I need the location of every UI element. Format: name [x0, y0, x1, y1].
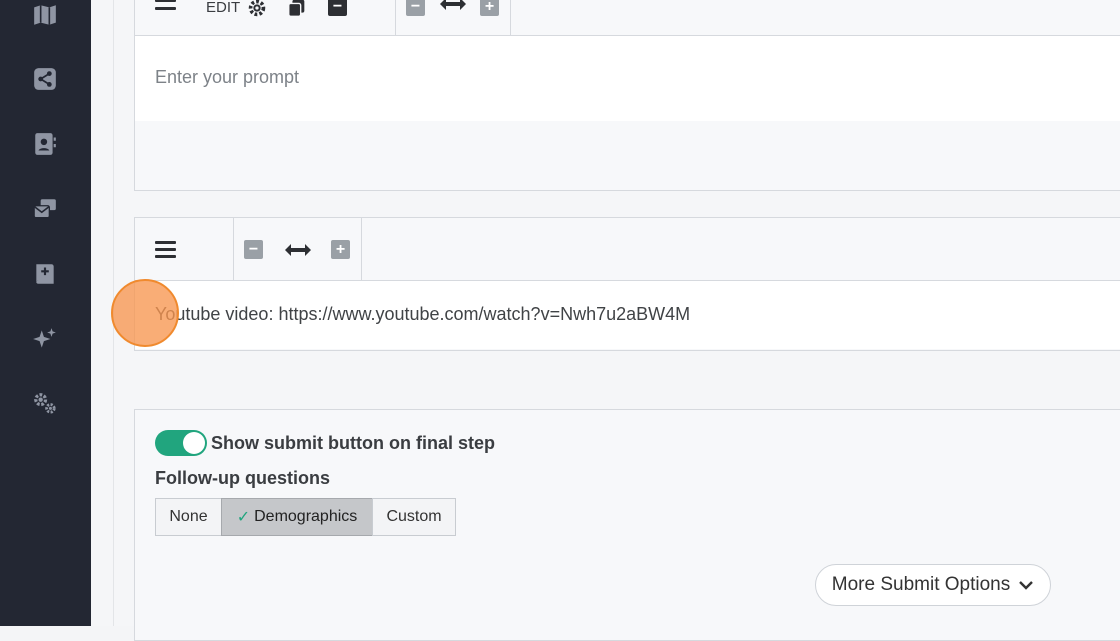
toggle-label: Show submit button on final step: [211, 433, 495, 453]
prompt-placeholder[interactable]: Enter your prompt: [155, 67, 299, 88]
chevron-down-icon: [1019, 581, 1034, 590]
video-width-controls: − +: [234, 218, 362, 280]
drag-handle-icon[interactable]: [155, 241, 177, 259]
video-toolbar-left: [135, 218, 234, 280]
gear-icon[interactable]: [246, 0, 268, 19]
share-icon[interactable]: [30, 64, 60, 94]
option-label: Demographics: [254, 508, 358, 525]
duplicate-icon[interactable]: [286, 0, 308, 19]
toggle-knob: [183, 432, 205, 454]
check-icon: ✓: [236, 509, 251, 526]
mail-stack-icon[interactable]: [30, 194, 60, 224]
option-custom[interactable]: Custom: [372, 498, 456, 536]
option-demographics[interactable]: ✓ Demographics: [221, 498, 373, 536]
submit-toggle[interactable]: [155, 430, 207, 456]
option-label: Custom: [386, 508, 442, 525]
option-none[interactable]: None: [155, 498, 222, 536]
more-submit-options-button[interactable]: More Submit Options: [815, 564, 1051, 606]
video-content[interactable]: Youtube video: https://www.youtube.com/w…: [135, 281, 1120, 349]
more-options-label: More Submit Options: [831, 574, 1011, 595]
decrease-width-icon[interactable]: −: [406, 0, 425, 16]
video-card: − + Youtube video: https://www.youtube.c…: [134, 217, 1120, 351]
collapse-icon[interactable]: −: [328, 0, 347, 16]
video-url-text[interactable]: Youtube video: https://www.youtube.com/w…: [155, 304, 690, 325]
drag-handle-icon[interactable]: [155, 0, 177, 17]
sidebar: [0, 0, 91, 626]
map-icon[interactable]: [30, 0, 60, 30]
contacts-icon[interactable]: [30, 129, 60, 159]
followup-title: Follow-up questions: [155, 468, 330, 488]
option-label: None: [169, 508, 208, 525]
prompt-input-area[interactable]: Enter your prompt: [135, 36, 1120, 121]
increase-width-icon[interactable]: +: [480, 0, 499, 16]
settings-gears-icon[interactable]: [30, 389, 60, 419]
resize-arrows-icon[interactable]: [285, 243, 311, 257]
edit-label[interactable]: EDIT: [206, 0, 240, 16]
resize-arrows-icon[interactable]: [440, 0, 466, 11]
card-width-controls: − +: [396, 0, 511, 35]
sparkle-icon[interactable]: [30, 324, 60, 354]
cursor-highlight: [111, 279, 179, 347]
decrease-width-icon[interactable]: −: [244, 240, 263, 259]
card-toolbar-left: EDIT −: [135, 0, 396, 35]
increase-width-icon[interactable]: +: [331, 240, 350, 259]
add-book-icon[interactable]: [30, 259, 60, 289]
prompt-card: EDIT − − + Enter your prompt: [134, 0, 1120, 191]
